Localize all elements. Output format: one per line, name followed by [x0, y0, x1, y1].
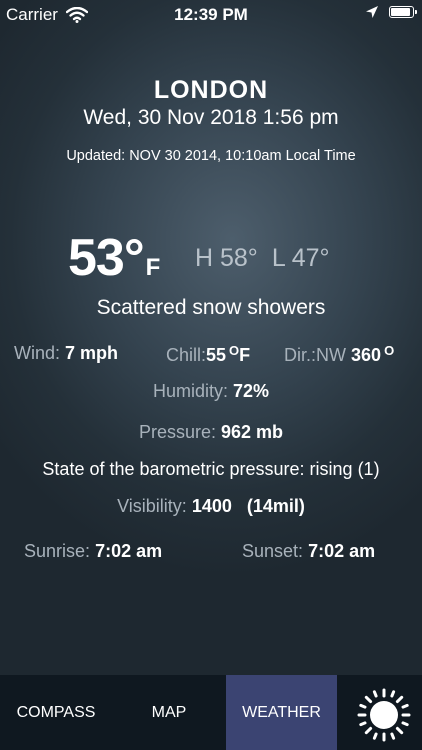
sunrise-value: 7:02 am	[95, 541, 163, 561]
humidity-value: 72%	[233, 381, 270, 401]
direction-degrees: 360	[351, 345, 382, 365]
temperature-value: 53°	[68, 229, 145, 287]
chill-info: Chill:55 OF	[166, 343, 250, 366]
temperature-display: 53° F	[68, 228, 160, 288]
city-name: LONDON	[153, 76, 269, 104]
sunset-value: 7:02 am	[308, 541, 376, 561]
pressure-info: Pressure: 962 mb	[0, 422, 422, 443]
low-temp: L 47°	[271, 244, 330, 272]
pressure-value: 962 mb	[221, 422, 284, 442]
high-temp: H 58°	[195, 244, 258, 272]
tab-bar: COMPASS MAP WEATHER	[0, 675, 422, 750]
humidity-label: Humidity:	[152, 381, 228, 401]
weather-condition: Scattered snow showers	[96, 296, 326, 319]
wind-label: Wind:	[14, 343, 61, 363]
chill-degree-symbol: O	[229, 343, 240, 358]
tab-compass[interactable]: COMPASS	[0, 675, 112, 750]
current-datetime: Wed, 30 Nov 2018 1:56 pm	[83, 106, 339, 129]
tab-map[interactable]: MAP	[112, 675, 226, 750]
barometric-state: State of the barometric pressure: rising…	[42, 459, 380, 479]
temperature-unit: F	[145, 254, 161, 281]
updated-time: Updated: NOV 30 2014, 10:10am Local Time	[66, 148, 356, 164]
sun-icon[interactable]	[356, 687, 412, 743]
direction-compass: NW	[316, 345, 347, 365]
visibility-info: Visibility: 1400 (14mil)	[0, 496, 422, 517]
battery-fill	[391, 8, 411, 16]
sunrise-info: Sunrise: 7:02 am	[24, 541, 162, 562]
sunset-label: Sunset:	[242, 541, 304, 561]
wind-value: 7 mph	[65, 343, 119, 363]
sunrise-label: Sunrise:	[24, 541, 91, 561]
pressure-label: Pressure:	[138, 422, 216, 442]
direction-info: Dir.:NW 360 O	[284, 343, 394, 366]
sunset-info: Sunset: 7:02 am	[242, 541, 375, 562]
visibility-value: 1400 (14mil)	[191, 496, 305, 516]
status-right	[365, 5, 417, 19]
direction-label: Dir.:	[284, 345, 317, 365]
direction-degree-symbol: O	[384, 343, 395, 358]
visibility-label: Visibility:	[117, 496, 187, 516]
wind-info: Wind: 7 mph	[14, 343, 118, 364]
humidity-info: Humidity: 72%	[0, 381, 422, 402]
status-bar: Carrier 12:39 PM	[0, 0, 422, 28]
chill-unit: F	[239, 345, 251, 365]
status-time: 12:39 PM	[174, 5, 248, 24]
chill-value: 55	[206, 345, 227, 365]
battery-icon	[389, 6, 417, 18]
chill-label: Chill:	[166, 345, 207, 365]
tab-weather[interactable]: WEATHER	[226, 675, 337, 750]
location-arrow-icon	[366, 6, 378, 18]
high-low: H 58° L 47°	[195, 244, 330, 273]
